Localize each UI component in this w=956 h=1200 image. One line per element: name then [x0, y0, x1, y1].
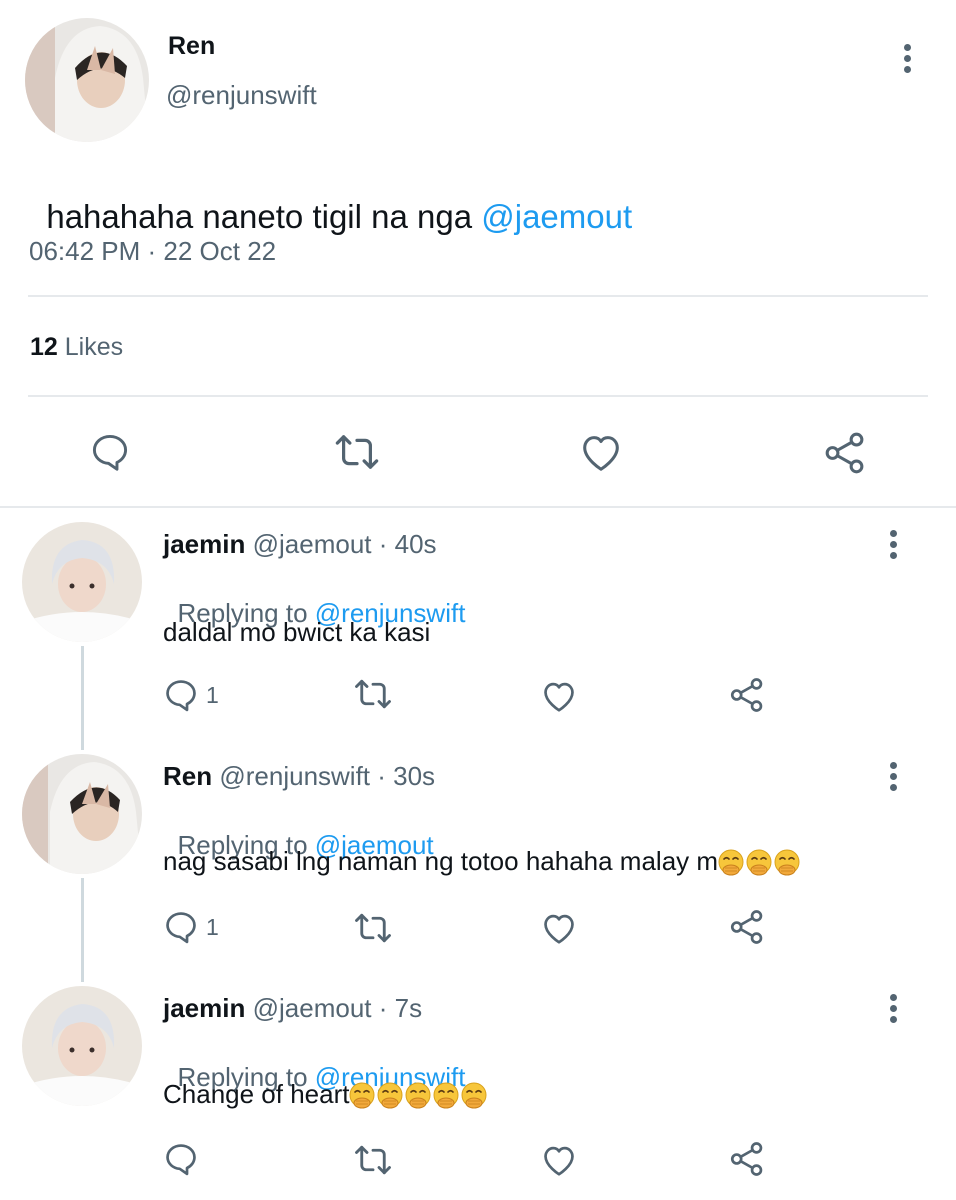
more-options-icon[interactable]	[886, 994, 900, 1027]
reply-text-row: nag sasabi lng naman ng totoo hahaha mal…	[163, 846, 802, 878]
divider	[28, 395, 928, 397]
emoji-group	[349, 1079, 489, 1109]
face-with-hand-over-mouth-emoji	[772, 848, 802, 878]
emoji-group	[718, 846, 802, 876]
tweet-text: hahahaha naneto tigil na nga @jaemout	[28, 160, 632, 236]
like-button[interactable]	[540, 1142, 578, 1178]
share-button[interactable]	[728, 1140, 766, 1178]
avatar-jaemin[interactable]	[22, 986, 142, 1106]
reply-text: Change of heart	[163, 1079, 350, 1109]
reply-button[interactable]: 1	[162, 676, 219, 714]
reply-text: nag sasabi lng naman ng totoo hahaha mal…	[163, 846, 719, 876]
share-button[interactable]	[728, 908, 766, 946]
mention-link[interactable]: @jaemout	[481, 198, 632, 235]
more-options-icon[interactable]	[886, 762, 900, 795]
reply-display-name[interactable]: jaemin	[163, 529, 245, 559]
reply-button[interactable]	[162, 1140, 206, 1178]
reply-header: jaemin @jaemout · 40s	[163, 529, 437, 560]
more-options-icon[interactable]	[900, 44, 914, 77]
reply-display-name[interactable]: jaemin	[163, 993, 245, 1023]
face-with-hand-over-mouth-emoji	[459, 1081, 489, 1111]
reply-meta: @jaemout · 40s	[252, 529, 437, 559]
face-with-hand-over-mouth-emoji	[716, 848, 746, 878]
likes-count: 12	[30, 333, 58, 361]
reply-meta: @jaemout · 7s	[252, 993, 423, 1023]
reply-count: 1	[206, 681, 219, 708]
thread-line	[81, 646, 84, 750]
like-button[interactable]	[540, 678, 578, 714]
thread-line	[81, 878, 84, 982]
reply-icon[interactable]	[88, 430, 132, 474]
divider	[28, 295, 928, 297]
reply-header: jaemin @jaemout · 7s	[163, 993, 422, 1024]
reply-header: Ren @renjunswift · 30s	[163, 761, 435, 792]
retweet-icon[interactable]	[332, 430, 382, 474]
likes-stat[interactable]: 12 Likes	[30, 333, 123, 362]
retweet-button[interactable]	[352, 910, 394, 946]
reply-count: 1	[206, 913, 219, 940]
avatar-ren-main[interactable]	[25, 18, 149, 142]
avatar-ren[interactable]	[22, 754, 142, 874]
reply-button[interactable]: 1	[162, 908, 219, 946]
share-icon[interactable]	[822, 430, 868, 476]
face-with-hand-over-mouth-emoji	[431, 1081, 461, 1111]
reply-meta: @renjunswift · 30s	[219, 761, 436, 791]
retweet-button[interactable]	[352, 676, 394, 712]
more-options-icon[interactable]	[886, 530, 900, 563]
like-icon[interactable]	[578, 430, 624, 474]
reply-text-row: Change of heart	[163, 1079, 489, 1111]
face-with-hand-over-mouth-emoji	[347, 1081, 377, 1111]
retweet-button[interactable]	[352, 1142, 394, 1178]
reply-display-name[interactable]: Ren	[163, 761, 212, 791]
tweet-body: hahahaha naneto tigil na nga	[46, 198, 482, 235]
face-with-hand-over-mouth-emoji	[375, 1081, 405, 1111]
tweet-timestamp[interactable]: 06:42 PM · 22 Oct 22	[29, 236, 276, 267]
section-divider	[0, 506, 956, 508]
likes-label: Likes	[64, 333, 124, 361]
avatar-jaemin[interactable]	[22, 522, 142, 642]
face-with-hand-over-mouth-emoji	[403, 1081, 433, 1111]
face-with-hand-over-mouth-emoji	[744, 848, 774, 878]
author-display-name[interactable]: Ren	[168, 32, 215, 61]
author-handle[interactable]: @renjunswift	[166, 80, 317, 111]
share-button[interactable]	[728, 676, 766, 714]
reply-text: daldal mo bwict ka kasi	[163, 617, 431, 647]
like-button[interactable]	[540, 910, 578, 946]
